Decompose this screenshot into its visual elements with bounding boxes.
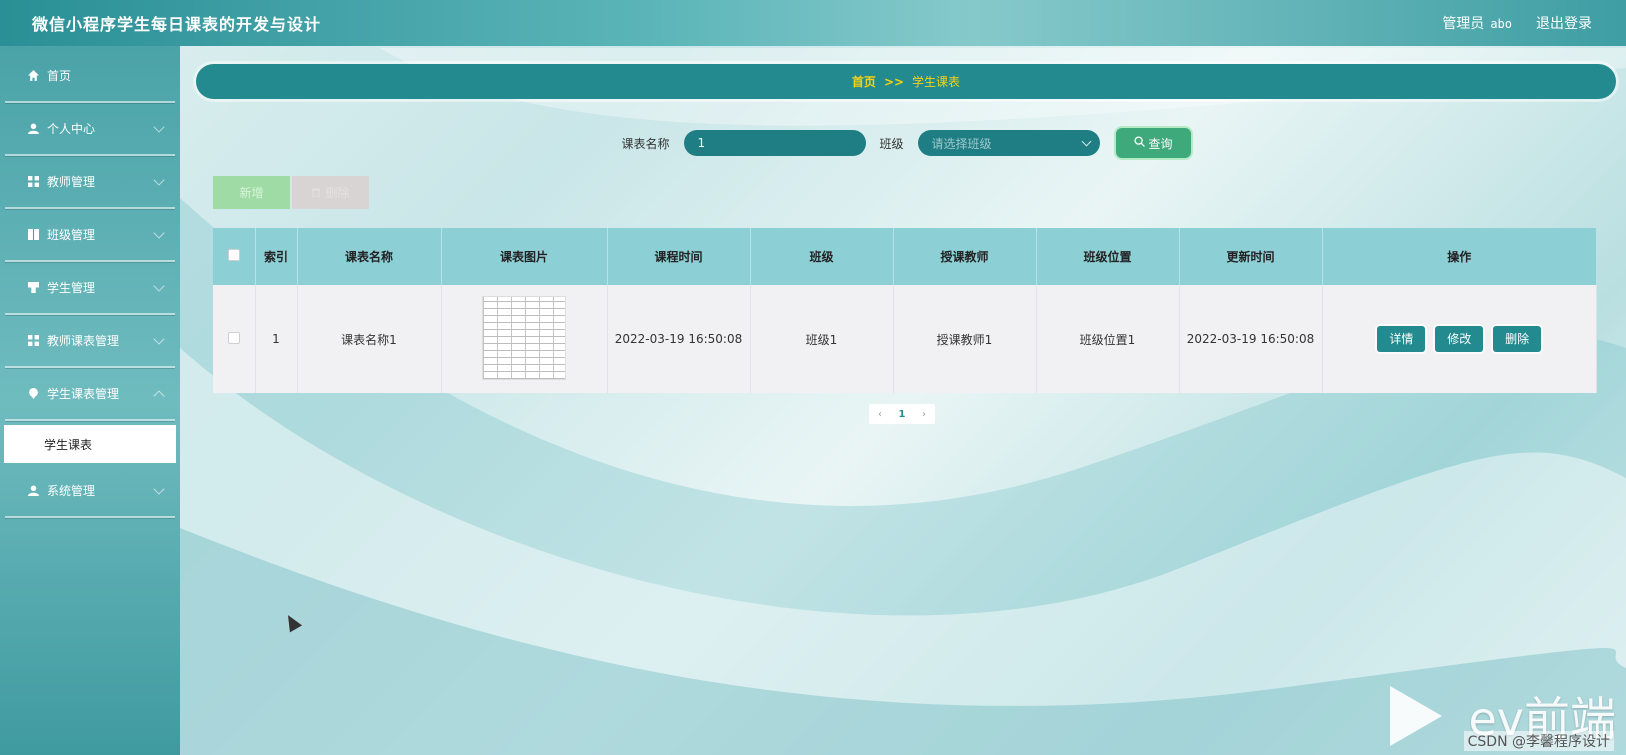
pin-icon — [27, 388, 39, 400]
search-bar: 课表名称 班级 请选择班级 查询 — [196, 127, 1616, 159]
cell-image — [441, 285, 608, 393]
schedule-thumbnail[interactable] — [482, 295, 566, 380]
class-label: 班级 — [879, 136, 904, 151]
sidebar-item-home[interactable]: 首页 — [5, 50, 175, 103]
sidebar-item-label: 学生课表管理 — [47, 387, 120, 401]
query-button[interactable]: 查询 — [1115, 128, 1191, 158]
sidebar: 首页 个人中心 教师管理 班级管理 学生管理 教师课表管理 学生课表管理 学生课… — [0, 46, 180, 755]
sidebar-item-student-schedule-management[interactable]: 学生课表管理 — [5, 368, 175, 421]
cell-course-time: 2022-03-19 16:50:08 — [607, 285, 751, 393]
user-role: 管理员 — [1442, 16, 1485, 32]
col-header: 班级位置 — [1036, 228, 1180, 285]
chevron-down-icon — [1081, 136, 1091, 147]
chevron-down-icon — [153, 173, 165, 186]
cell-class: 班级1 — [750, 285, 894, 393]
sidebar-item-label: 系统管理 — [47, 484, 96, 498]
breadcrumb: 首页 >> 学生课表 — [196, 64, 1616, 99]
home-icon — [27, 70, 39, 82]
col-header: 操作 — [1322, 228, 1597, 285]
table-row: 1 课表名称1 2022-03-19 16:50:08 班级1 授课教师1 班级… — [213, 285, 1597, 393]
sidebar-item-system-management[interactable]: 系统管理 — [5, 465, 175, 518]
row-select-cell — [213, 285, 256, 393]
action-buttons: 新增 删除 — [213, 176, 369, 209]
sidebar-item-class-management[interactable]: 班级管理 — [5, 209, 175, 262]
chevron-down-icon — [153, 332, 165, 345]
cell-ops: 详情 修改 删除 — [1322, 285, 1597, 393]
cell-updated: 2022-03-19 16:50:08 — [1179, 285, 1323, 393]
batch-delete-label: 删除 — [325, 186, 350, 200]
trash-icon — [311, 186, 321, 200]
edit-button[interactable]: 修改 — [1435, 326, 1484, 352]
select-all-checkbox[interactable] — [227, 249, 240, 261]
mouse-cursor-icon — [281, 611, 303, 633]
chevron-down-icon — [153, 120, 165, 133]
user-icon — [27, 485, 39, 497]
sidebar-item-label: 首页 — [47, 69, 72, 83]
user-name: abo — [1490, 17, 1512, 31]
col-header: 课表名称 — [297, 228, 442, 285]
table-header-row: 索引 课表名称 课表图片 课程时间 班级 授课教师 班级位置 更新时间 操作 — [213, 228, 1597, 285]
sidebar-item-label: 班级管理 — [47, 228, 96, 242]
cell-name: 课表名称1 — [297, 285, 442, 393]
add-button[interactable]: 新增 — [213, 176, 290, 209]
book-icon — [27, 229, 39, 241]
col-header: 索引 — [255, 228, 298, 285]
grid-icon — [27, 176, 39, 188]
class-select[interactable]: 请选择班级 — [917, 130, 1100, 156]
chevron-down-icon — [153, 226, 165, 239]
sidebar-item-label: 教师课表管理 — [47, 334, 120, 348]
col-header: 课表图片 — [441, 228, 608, 285]
col-header: 授课教师 — [893, 228, 1037, 285]
schedule-name-input[interactable] — [683, 130, 866, 156]
breadcrumb-home-link[interactable]: 首页 — [852, 73, 876, 90]
logout-button[interactable]: 退出登录 — [1536, 13, 1592, 33]
sidebar-item-label: 学生管理 — [47, 281, 96, 295]
breadcrumb-current: 学生课表 — [912, 75, 961, 89]
cell-teacher: 授课教师1 — [893, 285, 1037, 393]
top-bar: 微信小程序学生每日课表的开发与设计 管理员 abo 退出登录 — [0, 0, 1626, 46]
user-info: 管理员 abo — [1442, 13, 1512, 33]
chevron-up-icon — [153, 389, 165, 402]
detail-button[interactable]: 详情 — [1377, 326, 1426, 352]
sidebar-item-personal-center[interactable]: 个人中心 — [5, 103, 175, 156]
sidebar-item-teacher-schedule-management[interactable]: 教师课表管理 — [5, 315, 175, 368]
sidebar-subitem-student-schedule[interactable]: 学生课表 — [4, 425, 176, 463]
schedule-name-label: 课表名称 — [621, 136, 670, 151]
batch-delete-button[interactable]: 删除 — [292, 176, 369, 209]
class-select-placeholder: 请选择班级 — [931, 136, 992, 151]
cell-index: 1 — [255, 285, 298, 393]
grid-icon — [27, 335, 39, 347]
cell-location: 班级位置1 — [1036, 285, 1180, 393]
delete-button[interactable]: 删除 — [1493, 326, 1542, 352]
schedule-table: 索引 课表名称 课表图片 课程时间 班级 授课教师 班级位置 更新时间 操作 1… — [213, 228, 1597, 393]
search-icon — [1133, 136, 1145, 150]
query-button-label: 查询 — [1148, 136, 1173, 151]
chevron-down-icon — [153, 482, 165, 495]
sidebar-item-student-management[interactable]: 学生管理 — [5, 262, 175, 315]
csdn-watermark: CSDN @李馨程序设计 — [1463, 731, 1614, 751]
select-all-cell — [213, 228, 256, 285]
play-logo-icon — [1390, 686, 1443, 746]
cup-icon — [27, 282, 39, 294]
col-header: 更新时间 — [1179, 228, 1323, 285]
pagination: ‹ 1 › — [869, 404, 935, 424]
breadcrumb-separator: >> — [883, 74, 905, 89]
page-number[interactable]: 1 — [891, 404, 913, 424]
prev-page-icon[interactable]: ‹ — [869, 404, 891, 424]
col-header: 课程时间 — [607, 228, 751, 285]
next-page-icon[interactable]: › — [913, 404, 935, 424]
col-header: 班级 — [750, 228, 894, 285]
sidebar-item-label: 个人中心 — [47, 122, 96, 136]
sidebar-item-label: 教师管理 — [47, 175, 96, 189]
app-title: 微信小程序学生每日课表的开发与设计 — [32, 15, 322, 34]
chevron-down-icon — [153, 279, 165, 292]
user-icon — [27, 123, 39, 135]
sidebar-item-teacher-management[interactable]: 教师管理 — [5, 156, 175, 209]
top-right-area: 管理员 abo 退出登录 — [1442, 13, 1592, 33]
row-checkbox[interactable] — [227, 331, 240, 344]
